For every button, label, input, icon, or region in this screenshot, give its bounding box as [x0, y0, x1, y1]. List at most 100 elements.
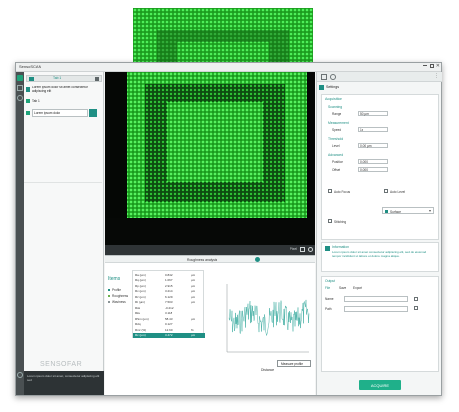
table-row[interactable]: Rku 3.118	[133, 311, 205, 316]
table-cell-value: -0.212	[165, 305, 174, 310]
table-row[interactable]: Rsk -0.212	[133, 305, 205, 310]
output-checkbox[interactable]	[414, 306, 418, 310]
table-cell-unit: µm	[191, 278, 196, 282]
table-cell-name: Rdq	[135, 322, 141, 326]
panel-menu-icon[interactable]	[95, 77, 99, 81]
settings-icon[interactable]	[17, 95, 23, 101]
gear-icon[interactable]	[330, 74, 336, 80]
grid-icon[interactable]	[321, 74, 327, 80]
output-checkbox[interactable]	[414, 297, 418, 301]
table-row[interactable]: Rv (µm) 3.214 µm	[133, 289, 205, 294]
measure-profile-label: Measure profile	[281, 362, 303, 366]
options: Auto Focus Auto Level	[328, 189, 436, 203]
table-cell-value: 0.127	[165, 322, 173, 326]
info-text: Lorem ipsum dolor sit amet consectetur a…	[332, 251, 427, 258]
file-name: Lorem ipsum dolor sit amet consectetur a…	[32, 86, 88, 93]
notice-panel: Lorem ipsum dolor sit amet, consectetur …	[24, 371, 104, 395]
group-title: Measurement	[328, 121, 349, 125]
table-cell-unit: %	[191, 327, 194, 332]
chevron-down-icon: ▾	[428, 208, 431, 213]
analysis-tab[interactable]: Roughness analysis	[187, 258, 217, 262]
group-row-label: Speed	[332, 127, 342, 132]
acquire-label: ACQUIRE	[370, 382, 390, 388]
layers-icon[interactable]	[17, 85, 23, 91]
apply-button[interactable]	[89, 109, 97, 117]
acquire-button[interactable]: ACQUIRE	[359, 380, 401, 390]
path-field[interactable]	[344, 306, 408, 312]
table-cell-name: Rsk	[135, 305, 141, 310]
table-cell-name: Ra (µm)	[135, 272, 146, 277]
profile-chart	[226, 284, 310, 353]
table-cell-unit: µm	[191, 300, 196, 304]
parameters-table: Ra (µm) 0.842 µm Rq (µm) 1.067 µm Rp (µm) 2.915…	[132, 270, 205, 338]
settings-icon	[319, 85, 324, 90]
file-icon	[26, 87, 30, 92]
minimize-icon[interactable]	[423, 65, 427, 66]
option-checkbox[interactable]	[328, 189, 332, 193]
name-field[interactable]	[344, 296, 408, 302]
table-cell-name: Rmr (%)	[135, 327, 147, 332]
more-icon[interactable]: ⋮	[434, 73, 439, 79]
option-row[interactable]: Auto Level	[384, 189, 434, 194]
close-icon[interactable]: ✕	[436, 63, 440, 69]
option-label: Auto Focus	[334, 189, 351, 194]
info-icon	[325, 246, 330, 251]
option-label: Auto Level	[390, 189, 406, 194]
output-tab[interactable]: Save	[339, 286, 346, 290]
output-tabs: File Save Export	[325, 286, 385, 291]
fit-icon[interactable]	[308, 247, 313, 252]
table-cell-value: 58.43	[165, 316, 173, 321]
selected-item-row[interactable]: Lorem ipsum dolor	[26, 109, 102, 117]
app-title: SensoSCAN	[19, 64, 42, 69]
table-cell-value: 7.503	[165, 300, 173, 304]
divider	[24, 182, 102, 183]
table-row[interactable]: Rz (µm) 6.129 µm	[133, 294, 205, 299]
stitching-row[interactable]: Stitching	[328, 219, 388, 224]
mode-select[interactable]: Surface ▾	[382, 207, 434, 214]
info-title: Information	[332, 245, 349, 249]
info-icon[interactable]	[255, 257, 260, 262]
output-tab[interactable]: Export	[353, 286, 362, 290]
analysis-panel: Roughness analysis Items Profile Roughne…	[105, 255, 315, 395]
zoom-icon[interactable]	[300, 247, 305, 252]
option-row[interactable]: Auto Focus	[328, 189, 378, 194]
home-icon[interactable]	[17, 75, 23, 81]
table-cell-value: 1.067	[165, 278, 173, 282]
table-cell-unit: µm	[191, 272, 196, 277]
group-row-value: 50 µm	[360, 111, 369, 116]
tab-label[interactable]: Tab 1	[53, 76, 61, 80]
output-tab[interactable]: File	[325, 286, 330, 290]
folder-icon[interactable]	[29, 77, 34, 81]
table-row[interactable]: Rt (µm) 7.503 µm	[133, 300, 205, 305]
tree-item-checkbox[interactable]	[26, 99, 30, 103]
table-row[interactable]: Rq (µm) 1.067 µm	[133, 278, 205, 283]
surface-viewer[interactable]	[105, 72, 315, 255]
measure-profile-button[interactable]: Measure profile	[277, 360, 311, 367]
left-panel-tabs: Tab 1	[26, 75, 102, 82]
table-row[interactable]: Rc (µm) 3.472 µm	[133, 332, 205, 338]
table-row[interactable]: RSm (µm) 58.43 µm	[133, 316, 205, 321]
option-checkbox[interactable]	[384, 189, 388, 193]
maximize-icon[interactable]	[430, 64, 434, 68]
viewer-status-bar: Pixel	[105, 245, 315, 255]
stitching-checkbox[interactable]	[328, 219, 332, 223]
right-panel: ⋮ Settings Acquisition Scanning Range 50 µ…	[316, 72, 442, 395]
tree-item[interactable]: Tab 1	[26, 99, 66, 104]
table-cell-unit: µm	[191, 333, 196, 337]
stitching-label: Stitching	[334, 219, 347, 224]
legend: Profile Roughness Waviness	[108, 288, 130, 308]
table-row[interactable]: Rdq 0.127	[133, 322, 205, 327]
legend-swatch	[108, 289, 110, 291]
selected-item-checkbox[interactable]	[26, 111, 30, 115]
table-cell-value: 12.60	[165, 327, 173, 332]
table-row[interactable]: Rp (µm) 2.915 µm	[133, 283, 205, 288]
help-icon[interactable]	[17, 372, 23, 378]
table-row[interactable]: Rmr (%) 12.60%	[133, 327, 205, 332]
left-panel: Tab 1 Lorem ipsum dolor sit amet consect…	[24, 72, 104, 395]
table-cell-value: 0.842	[165, 272, 173, 277]
table-row[interactable]: Ra (µm) 0.842 µm	[133, 272, 205, 277]
file-entry[interactable]: Lorem ipsum dolor sit amet consectetur a…	[26, 86, 102, 97]
legend-item: Roughness	[108, 294, 130, 298]
legend-label: Profile	[112, 288, 122, 292]
table-cell-name: Rq (µm)	[135, 278, 146, 282]
